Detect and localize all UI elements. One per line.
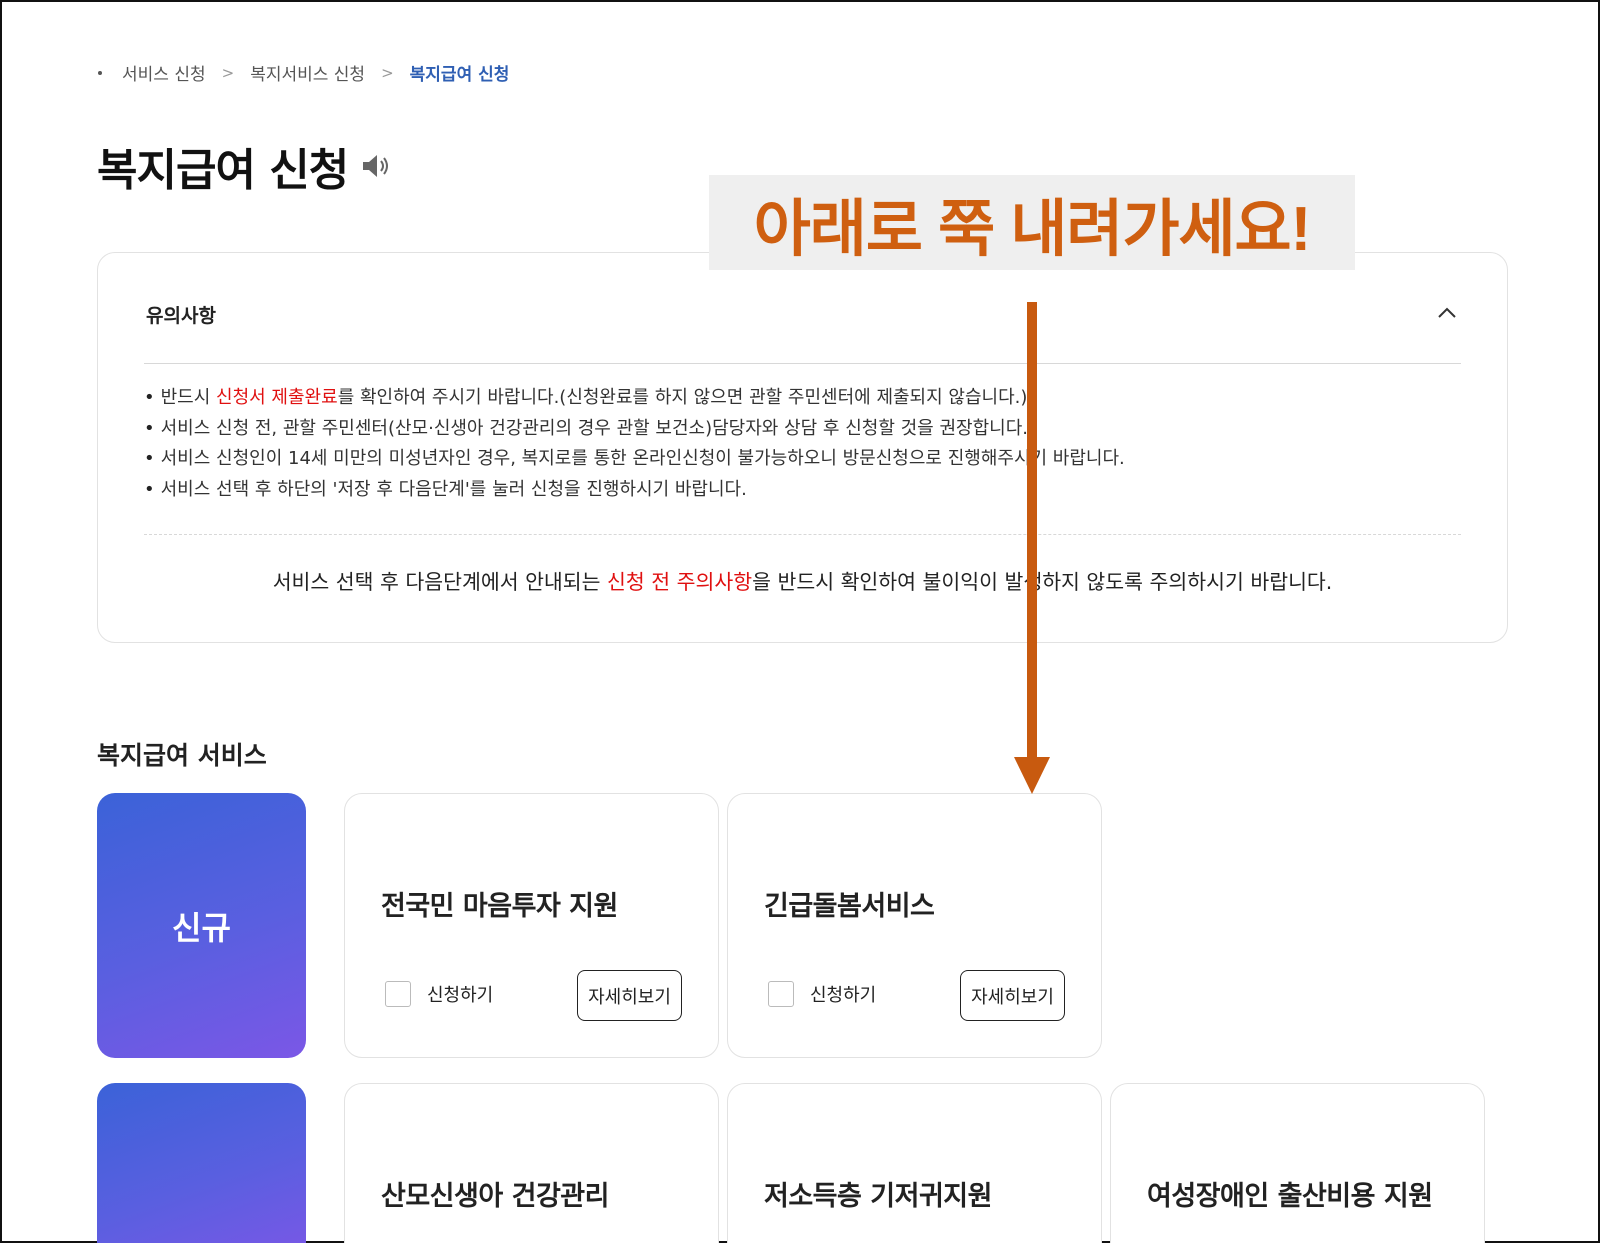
service-card: 산모신생아 건강관리: [344, 1083, 719, 1243]
notice-bottom-text: 서비스 선택 후 다음단계에서 안내되는 신청 전 주의사항을 반드시 확인하여…: [272, 570, 1333, 594]
breadcrumb-separator: >: [221, 63, 235, 82]
breadcrumb-bullet: [98, 70, 102, 75]
notice-divider: [144, 363, 1461, 364]
speaker-icon[interactable]: [360, 151, 394, 181]
new-badge-label: 신규: [172, 908, 231, 947]
page-title: 복지급여 신청: [97, 145, 349, 196]
notice-list: 반드시 신청서 제출완료를 확인하여 주시기 바랍니다.(신청완료를 하지 않으…: [144, 383, 1125, 505]
breadcrumb: 서비스 신청 > 복지서비스 신청 > 복지급여 신청: [98, 60, 509, 85]
service-card: 전국민 마음투자 지원 신청하기 자세히보기: [344, 793, 719, 1058]
service-card-title: 긴급돌봄서비스: [764, 891, 935, 922]
notice-panel: 유의사항 반드시 신청서 제출완료를 확인하여 주시기 바랍니다.(신청완료를 …: [97, 252, 1508, 643]
service-card: 저소득층 기저귀지원: [727, 1083, 1102, 1243]
notice-header: 유의사항: [146, 305, 216, 327]
breadcrumb-current: 복지급여 신청: [409, 65, 510, 85]
detail-button[interactable]: 자세히보기: [960, 970, 1065, 1021]
breadcrumb-separator: >: [381, 63, 394, 82]
notice-item: 서비스 선택 후 하단의 '저장 후 다음단계'를 눌러 신청을 진행하시기 바…: [144, 475, 1125, 506]
service-card-title: 저소득층 기저귀지원: [764, 1181, 992, 1212]
down-arrow-icon: [1014, 302, 1050, 794]
new-badge: [97, 1083, 306, 1243]
checkbox[interactable]: [385, 981, 411, 1007]
breadcrumb-service-apply[interactable]: 서비스 신청: [122, 60, 206, 85]
apply-checkbox[interactable]: 신청하기: [768, 981, 876, 1007]
notice-item: 서비스 신청인이 14세 미만의 미성년자인 경우, 복지로를 통한 온라인신청…: [144, 444, 1125, 475]
chevron-up-icon[interactable]: [1435, 301, 1459, 325]
detail-button[interactable]: 자세히보기: [577, 970, 682, 1021]
overlay-banner-text: 아래로 쭉 내려가세요!: [753, 194, 1311, 264]
page-title-row: 복지급여 신청: [97, 134, 394, 198]
apply-checkbox[interactable]: 신청하기: [385, 981, 493, 1007]
service-card-title: 전국민 마음투자 지원: [381, 891, 618, 922]
breadcrumb-welfare-service-apply[interactable]: 복지서비스 신청: [250, 60, 365, 85]
notice-item: 반드시 신청서 제출완료를 확인하여 주시기 바랍니다.(신청완료를 하지 않으…: [144, 383, 1125, 414]
apply-checkbox-label[interactable]: 신청하기: [810, 981, 876, 1007]
new-badge: 신규: [97, 793, 306, 1058]
checkbox[interactable]: [768, 981, 794, 1007]
notice-item: 서비스 신청 전, 관할 주민센터(산모·신생아 건강관리의 경우 관할 보건소…: [144, 414, 1125, 445]
service-card-title: 여성장애인 출산비용 지원: [1147, 1181, 1433, 1212]
overlay-banner: 아래로 쭉 내려가세요!: [709, 175, 1355, 270]
service-card-title: 산모신생아 건강관리: [381, 1181, 609, 1212]
section-title: 복지급여 서비스: [97, 741, 267, 770]
apply-checkbox-label[interactable]: 신청하기: [427, 981, 493, 1007]
service-card: 여성장애인 출산비용 지원: [1110, 1083, 1485, 1243]
notice-dashed-divider: [144, 534, 1461, 535]
page-frame: 서비스 신청 > 복지서비스 신청 > 복지급여 신청 복지급여 신청 유의사항…: [0, 0, 1600, 1243]
service-card: 긴급돌봄서비스 신청하기 자세히보기: [727, 793, 1102, 1058]
